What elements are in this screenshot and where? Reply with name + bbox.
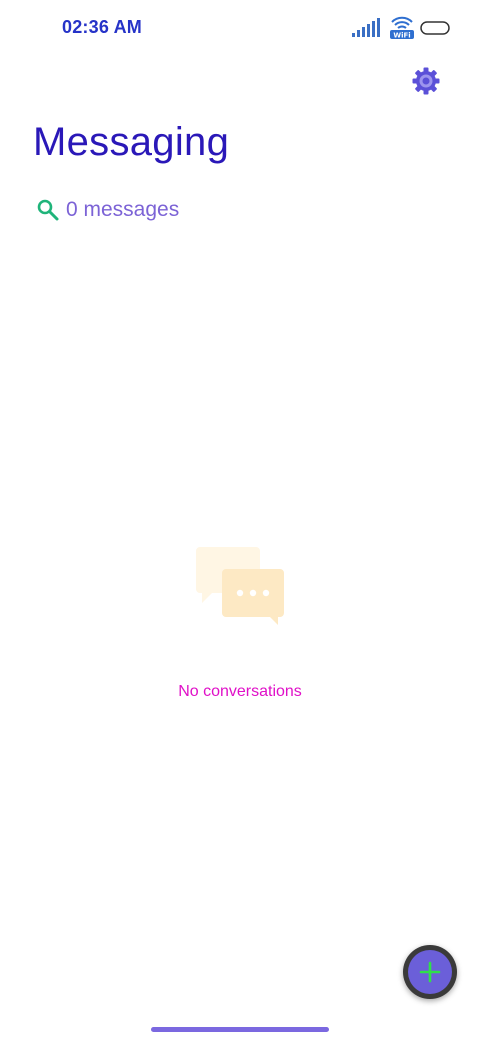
wifi-label: WiFi bbox=[393, 32, 410, 40]
message-count-label: 0 messages bbox=[66, 198, 180, 221]
fab-inner bbox=[408, 950, 452, 994]
new-conversation-button[interactable] bbox=[403, 945, 457, 999]
battery-icon bbox=[420, 21, 450, 35]
chat-bubbles-icon bbox=[196, 547, 284, 625]
messaging-screen: 02:36 AM WiFi Messaging 0 messages No co… bbox=[0, 0, 480, 1040]
plus-icon bbox=[419, 961, 441, 983]
wifi-icon: WiFi bbox=[390, 16, 414, 40]
gear-icon bbox=[412, 67, 440, 95]
status-bar: 02:36 AM WiFi bbox=[0, 0, 480, 56]
signal-icon bbox=[352, 18, 380, 37]
empty-state-text: No conversations bbox=[178, 683, 302, 700]
home-indicator[interactable] bbox=[151, 1027, 329, 1032]
search-button[interactable]: 0 messages bbox=[36, 198, 179, 222]
page-title: Messaging bbox=[33, 120, 230, 164]
search-icon bbox=[37, 199, 59, 221]
settings-button[interactable] bbox=[409, 64, 443, 98]
status-time: 02:36 AM bbox=[62, 17, 142, 37]
